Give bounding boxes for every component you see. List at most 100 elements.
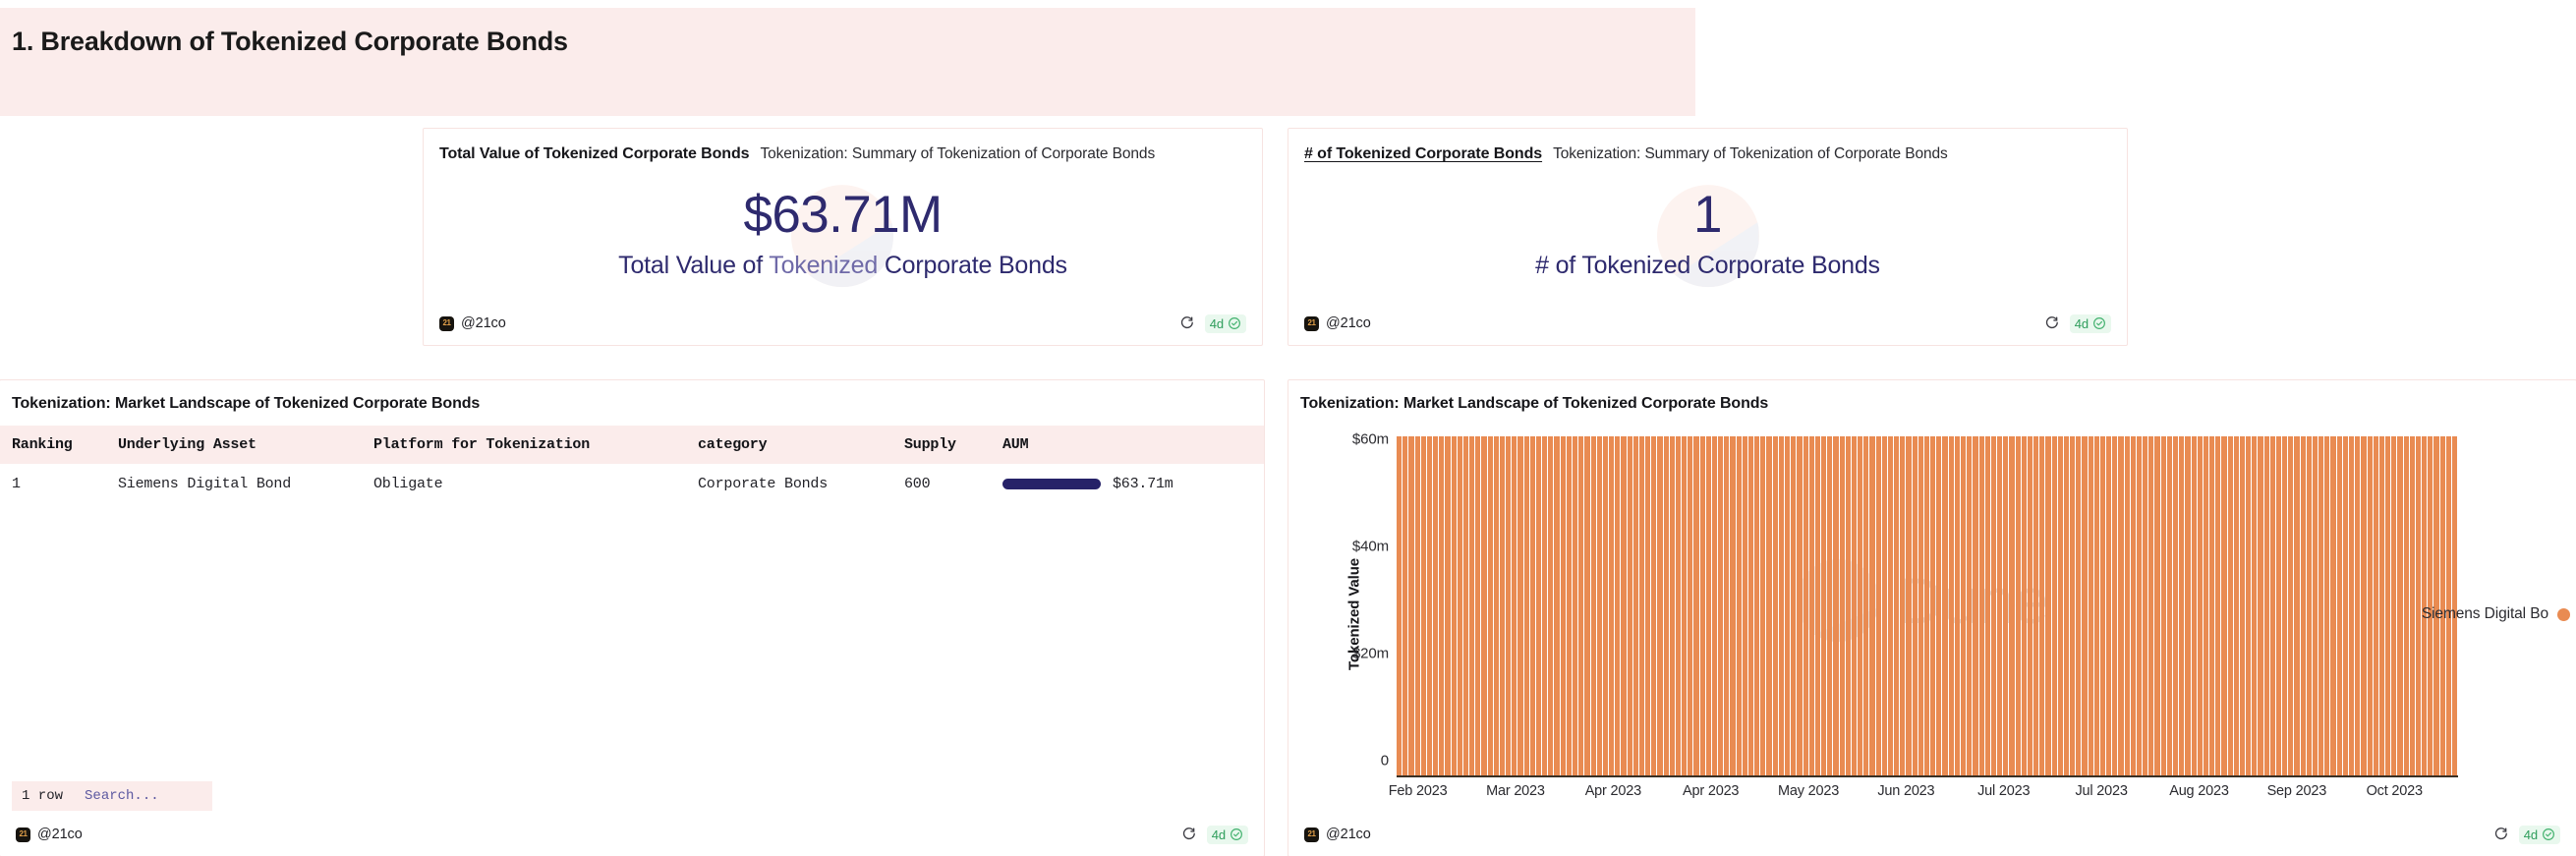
bar[interactable]	[2118, 435, 2124, 777]
bar[interactable]	[1839, 435, 1845, 777]
bar[interactable]	[1632, 435, 1638, 777]
bar[interactable]	[1481, 435, 1487, 777]
bar[interactable]	[1875, 435, 1881, 777]
bar[interactable]	[2033, 435, 2039, 777]
bar[interactable]	[2003, 435, 2009, 777]
bar[interactable]	[2239, 435, 2246, 777]
bar[interactable]	[1499, 435, 1506, 777]
bar[interactable]	[1493, 435, 1499, 777]
bar[interactable]	[2415, 435, 2422, 777]
bar[interactable]	[2397, 435, 2403, 777]
bar[interactable]	[2306, 435, 2312, 777]
bar-series-siemens-digital-bond[interactable]	[1397, 424, 2458, 777]
author-handle[interactable]: @21co	[1326, 827, 1371, 842]
bar[interactable]	[2263, 435, 2269, 777]
bar[interactable]	[1596, 435, 1602, 777]
refresh-icon[interactable]	[1178, 315, 1194, 331]
bar[interactable]	[2385, 435, 2391, 777]
bar[interactable]	[1584, 435, 1590, 777]
bar[interactable]	[1645, 435, 1651, 777]
bar[interactable]	[2294, 435, 2300, 777]
card-title[interactable]: Total Value of Tokenized Corporate Bonds	[439, 145, 750, 163]
bar[interactable]	[2252, 435, 2258, 777]
refresh-icon[interactable]	[1180, 827, 1196, 842]
bar[interactable]	[2148, 435, 2154, 777]
bar[interactable]	[1778, 435, 1784, 777]
bar[interactable]	[1754, 435, 1760, 777]
bar[interactable]	[1845, 435, 1851, 777]
bar[interactable]	[1451, 435, 1457, 777]
bar[interactable]	[2130, 435, 2136, 777]
bar[interactable]	[2093, 435, 2099, 777]
bar[interactable]	[1469, 435, 1475, 777]
freshness-badge[interactable]: 4d	[1204, 314, 1246, 333]
bar[interactable]	[1887, 435, 1894, 777]
bar[interactable]	[2403, 435, 2409, 777]
bar[interactable]	[1760, 435, 1766, 777]
refresh-icon[interactable]	[2043, 315, 2059, 331]
bar[interactable]	[2154, 435, 2160, 777]
bar[interactable]	[2106, 435, 2112, 777]
bar[interactable]	[2124, 435, 2130, 777]
bar[interactable]	[1426, 435, 1433, 777]
chart-panel-title[interactable]: Tokenization: Market Landscape of Tokeni…	[1288, 380, 2576, 413]
bar[interactable]	[2258, 435, 2263, 777]
bar[interactable]	[1881, 435, 1887, 777]
card-subtitle[interactable]: Tokenization: Summary of Tokenization of…	[760, 145, 1155, 163]
bar[interactable]	[1785, 435, 1791, 777]
bar[interactable]	[1615, 435, 1621, 777]
bar[interactable]	[1997, 435, 2003, 777]
bar[interactable]	[1814, 435, 1821, 777]
bar[interactable]	[1560, 435, 1566, 777]
bar[interactable]	[2246, 435, 2252, 777]
bar[interactable]	[1711, 435, 1718, 777]
table-panel-title[interactable]: Tokenization: Market Landscape of Tokeni…	[0, 380, 1264, 413]
bar[interactable]	[2136, 435, 2143, 777]
bar[interactable]	[1627, 435, 1632, 777]
bar[interactable]	[1408, 435, 1414, 777]
bar[interactable]	[1736, 435, 1742, 777]
bar[interactable]	[2288, 435, 2294, 777]
bar[interactable]	[1693, 435, 1699, 777]
bar[interactable]	[1718, 435, 1724, 777]
bar[interactable]	[1954, 435, 1960, 777]
bar[interactable]	[1942, 435, 1948, 777]
bar[interactable]	[1682, 435, 1688, 777]
bar[interactable]	[2330, 435, 2336, 777]
bar[interactable]	[2209, 435, 2215, 777]
table-panel[interactable]: Tokenization: Market Landscape of Tokeni…	[0, 379, 1265, 856]
column-header-aum[interactable]: AUM	[1002, 426, 1264, 464]
author-handle[interactable]: @21co	[37, 827, 83, 842]
bar[interactable]	[1699, 435, 1705, 777]
bar[interactable]	[2409, 435, 2415, 777]
bar[interactable]	[2191, 435, 2197, 777]
freshness-badge[interactable]: 4d	[2518, 825, 2560, 844]
bar[interactable]	[1535, 435, 1542, 777]
bar[interactable]	[2378, 435, 2385, 777]
bar[interactable]	[1918, 435, 1923, 777]
data-table[interactable]: Ranking Underlying Asset Platform for To…	[0, 426, 1264, 504]
bar[interactable]	[2342, 435, 2348, 777]
chart-legend[interactable]: Siemens Digital Bo	[2422, 605, 2570, 623]
bar[interactable]	[2269, 435, 2275, 777]
bar[interactable]	[2373, 435, 2378, 777]
bar[interactable]	[1688, 435, 1693, 777]
column-header-underlying-asset[interactable]: Underlying Asset	[118, 426, 373, 464]
search-input[interactable]	[73, 781, 213, 811]
bar[interactable]	[1766, 435, 1772, 777]
bar[interactable]	[1978, 435, 1984, 777]
column-header-ranking[interactable]: Ranking	[0, 426, 118, 464]
bar[interactable]	[1912, 435, 1918, 777]
column-header-category[interactable]: category	[698, 426, 904, 464]
bar[interactable]	[2027, 435, 2033, 777]
bar[interactable]	[1772, 435, 1778, 777]
freshness-badge[interactable]: 4d	[1206, 825, 1248, 844]
bar[interactable]	[1439, 435, 1445, 777]
bar[interactable]	[1529, 435, 1535, 777]
bar[interactable]	[1445, 435, 1451, 777]
bar[interactable]	[1936, 435, 1942, 777]
bar[interactable]	[2355, 435, 2361, 777]
bar[interactable]	[1730, 435, 1736, 777]
bar[interactable]	[1572, 435, 1578, 777]
bar[interactable]	[2173, 435, 2179, 777]
